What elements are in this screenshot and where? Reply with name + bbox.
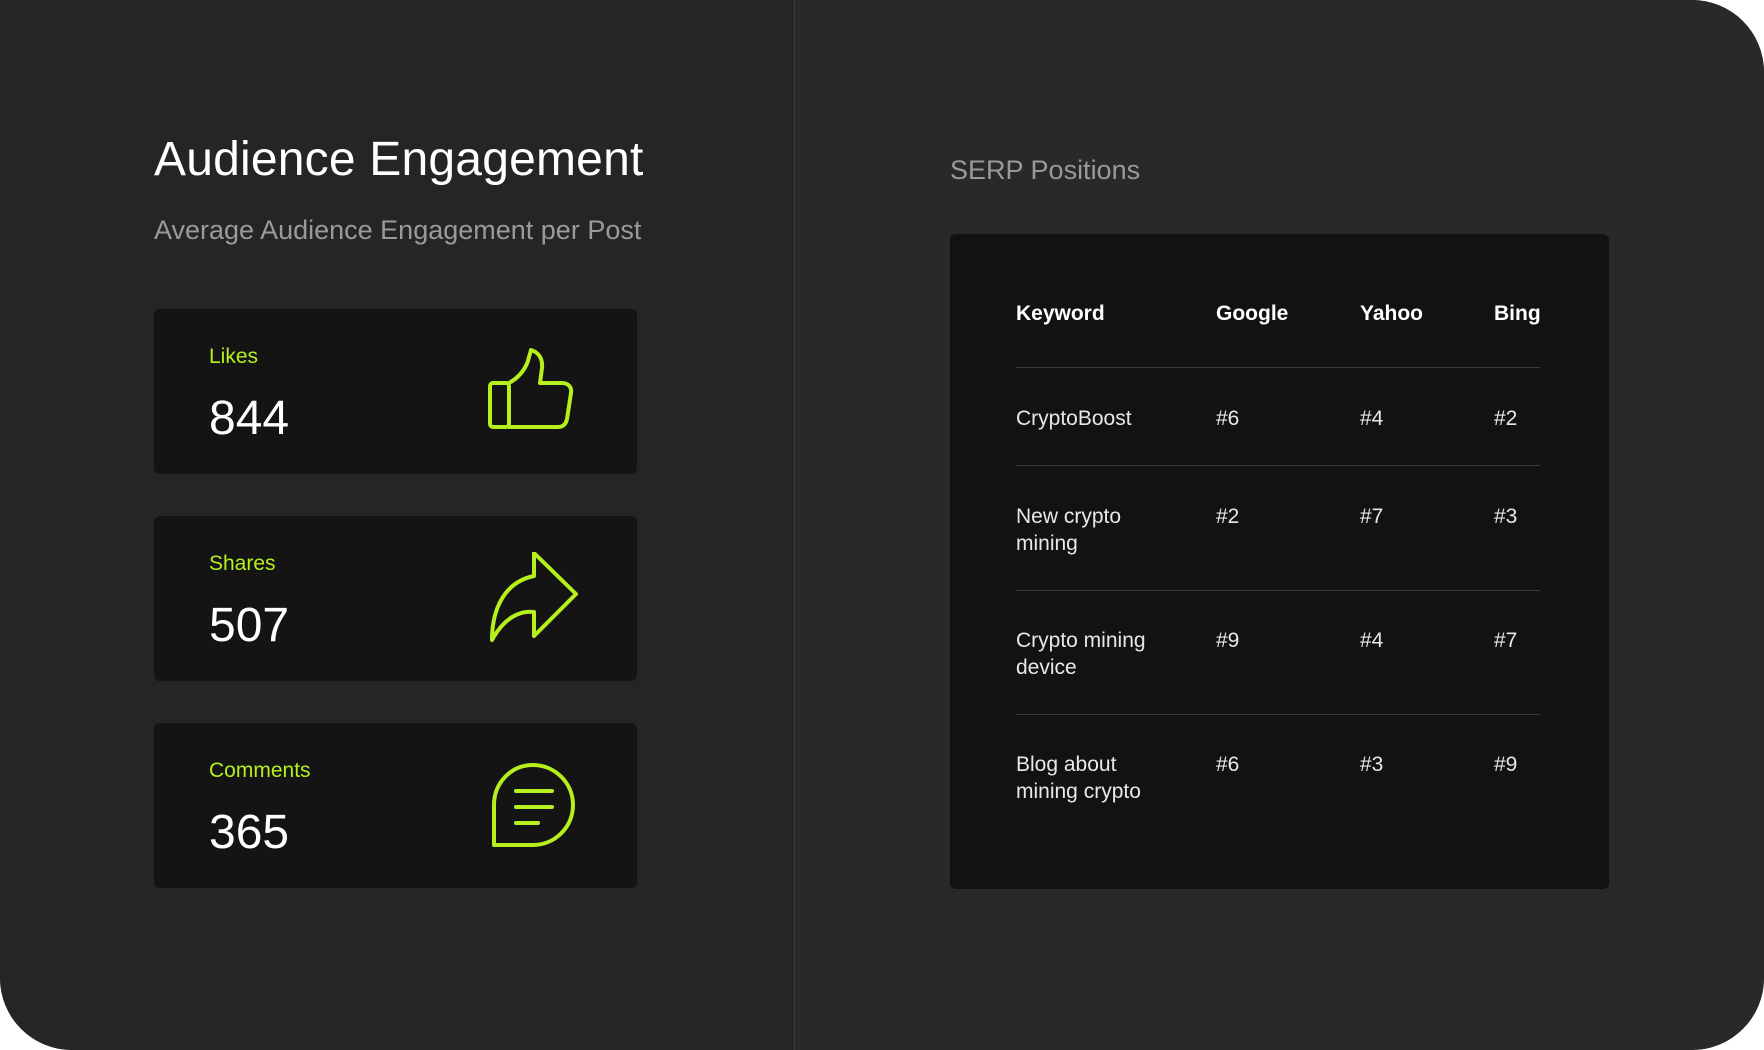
comments-card: Comments 365 bbox=[154, 723, 637, 888]
row-4-bing: #9 bbox=[1494, 753, 1518, 776]
table-divider bbox=[1016, 367, 1540, 368]
table-divider bbox=[1016, 465, 1540, 466]
row-2-yahoo: #7 bbox=[1360, 505, 1384, 528]
comments-label: Comments bbox=[209, 759, 311, 782]
comments-value: 365 bbox=[209, 806, 290, 859]
likes-label: Likes bbox=[209, 345, 259, 368]
row-2-google: #2 bbox=[1216, 505, 1240, 528]
header-bing: Bing bbox=[1494, 302, 1541, 325]
row-3-bing: #7 bbox=[1494, 629, 1518, 652]
shares-label: Shares bbox=[209, 552, 276, 575]
shares-value: 507 bbox=[209, 599, 290, 652]
row-2-bing: #3 bbox=[1494, 505, 1518, 528]
table-divider bbox=[1016, 590, 1540, 591]
row-4-yahoo: #3 bbox=[1360, 753, 1384, 776]
row-1-bing: #2 bbox=[1494, 407, 1518, 430]
header-yahoo: Yahoo bbox=[1360, 302, 1424, 325]
row-2-keyword: New crypto mining bbox=[1016, 505, 1122, 555]
header-google: Google bbox=[1216, 302, 1289, 325]
row-4-keyword: Blog about mining crypto bbox=[1016, 753, 1141, 803]
page-subtitle: Average Audience Engagement per Post bbox=[154, 215, 642, 245]
row-1-google: #6 bbox=[1216, 407, 1240, 430]
dashboard-frame: Audience Engagement Average Audience Eng… bbox=[0, 0, 1764, 1050]
serp-title: SERP Positions bbox=[950, 155, 1141, 185]
comment-bubble-icon bbox=[492, 763, 575, 847]
header-keyword: Keyword bbox=[1016, 302, 1105, 325]
row-1-yahoo: #4 bbox=[1360, 407, 1384, 430]
serp-table: Keyword Google Yahoo Bing CryptoBoost #6… bbox=[950, 234, 1609, 889]
shares-card: Shares 507 bbox=[154, 516, 637, 681]
row-1-keyword: CryptoBoost bbox=[1016, 407, 1132, 430]
row-3-keyword: Crypto mining device bbox=[1016, 629, 1146, 679]
row-3-yahoo: #4 bbox=[1360, 629, 1384, 652]
table-divider bbox=[1016, 714, 1540, 715]
row-3-google: #9 bbox=[1216, 629, 1240, 652]
engagement-panel: Audience Engagement Average Audience Eng… bbox=[0, 0, 794, 1050]
likes-card: Likes 844 bbox=[154, 309, 637, 474]
thumbs-up-icon bbox=[488, 348, 574, 429]
share-arrow-icon bbox=[490, 552, 578, 642]
page-title: Audience Engagement bbox=[154, 133, 644, 186]
likes-value: 844 bbox=[209, 392, 290, 445]
row-4-google: #6 bbox=[1216, 753, 1240, 776]
